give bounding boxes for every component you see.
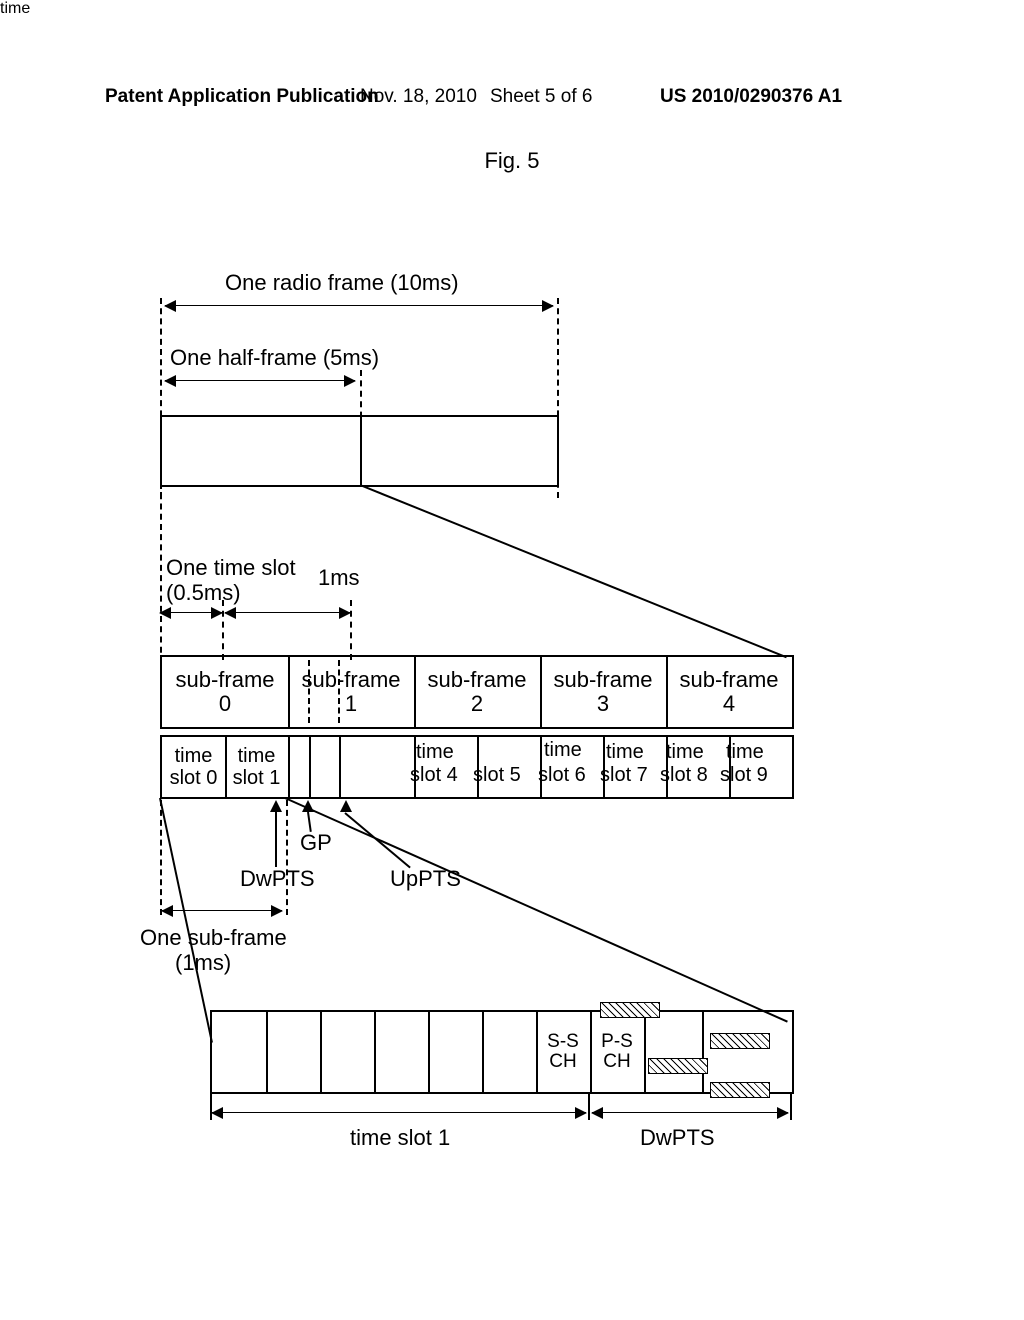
hatch-icon <box>710 1033 770 1049</box>
hatch-icon <box>600 1002 660 1018</box>
one-subframe-a: One sub-frame <box>140 925 287 951</box>
ts1b: slot 1 <box>225 767 288 789</box>
ts4a: time <box>416 741 454 764</box>
timeslot-cell-0: time slot 0 <box>162 737 227 797</box>
ts0b: slot 0 <box>162 767 225 789</box>
subframe-cell-2: sub-frame 2 <box>414 657 542 727</box>
radio-frame-arrow <box>165 305 553 306</box>
guide <box>790 1092 792 1120</box>
ts6b: slot 6 <box>538 764 586 787</box>
ts8a: time <box>666 741 704 764</box>
ts8b: slot 8 <box>660 764 708 787</box>
zoom-line <box>159 798 213 1043</box>
dashed-guide <box>350 600 352 660</box>
ts6a: time <box>544 739 582 762</box>
cell-divider <box>309 737 311 797</box>
psch-cell: P-S CH <box>590 1012 644 1092</box>
gp-arrowline <box>307 812 312 832</box>
ssch-b: CH <box>536 1052 590 1072</box>
guide <box>588 1092 590 1120</box>
dashed-guide <box>286 800 288 915</box>
dwpts-bottom-arrow <box>592 1112 788 1113</box>
sym-div <box>482 1012 484 1092</box>
subframe-row: sub-frame 0 sub-frame 1 sub-frame 2 sub-… <box>160 655 794 729</box>
zoom-line <box>360 484 787 658</box>
subframe-num: 3 <box>540 692 666 716</box>
sym-div <box>266 1012 268 1092</box>
timeslot1-label: time slot 1 <box>350 1125 450 1151</box>
dwpts-arrowline <box>275 812 277 867</box>
subframe-text: sub-frame <box>540 668 666 692</box>
subframe-cell-0: sub-frame 0 <box>162 657 290 727</box>
half-frame-arrow <box>165 380 355 381</box>
ts7a: time <box>606 741 644 764</box>
ts7b: slot 7 <box>600 764 648 787</box>
one-subframe-b: (1ms) <box>175 950 231 976</box>
dashed-guide <box>160 800 162 915</box>
sym-div <box>320 1012 322 1092</box>
bottom-row: S-S CH P-S CH <box>210 1010 794 1094</box>
subframe-cell-3: sub-frame 3 <box>540 657 668 727</box>
header-date: Nov. 18, 2010 <box>360 86 477 108</box>
subframe-cell-1: sub-frame 1 <box>288 657 416 727</box>
header-left: Patent Application Publication <box>105 86 379 108</box>
ts5a: time <box>0 0 1024 18</box>
subframe-text: sub-frame <box>414 668 540 692</box>
sym-div <box>644 1012 646 1092</box>
dwpts-label: DwPTS <box>240 866 315 892</box>
ts5b: slot 5 <box>473 764 521 787</box>
figure-label: Fig. 5 <box>0 148 1024 174</box>
subframe-text: sub-frame <box>666 668 792 692</box>
psch-a: P-S <box>590 1032 644 1052</box>
header-sheet: Sheet 5 of 6 <box>490 86 592 108</box>
ts4b: slot 4 <box>410 764 458 787</box>
subframe-cell-4: sub-frame 4 <box>666 657 792 727</box>
dwpts-bottom-label: DwPTS <box>640 1125 715 1151</box>
radio-frame-label: One radio frame (10ms) <box>225 270 459 296</box>
subframe-text: sub-frame <box>162 668 288 692</box>
one-ms-arrow <box>225 612 350 613</box>
ts1a: time <box>225 745 288 767</box>
subframe-duration-arrow <box>162 910 282 911</box>
half-frame-label: One half-frame (5ms) <box>170 345 379 371</box>
subframe-text: sub-frame <box>288 668 414 692</box>
ts0a: time <box>162 745 225 767</box>
dwpts-arrowhead <box>270 800 282 812</box>
ts9a: time <box>726 741 764 764</box>
header-pubnum: US 2010/0290376 A1 <box>660 86 842 108</box>
subframe-num: 2 <box>414 692 540 716</box>
half-frame-divider <box>360 417 362 485</box>
sym-div <box>428 1012 430 1092</box>
ts9b: slot 9 <box>720 764 768 787</box>
subframe-num: 1 <box>288 692 414 716</box>
timeslot-label-b: (0.5ms) <box>166 580 241 606</box>
hatch-icon <box>710 1082 770 1098</box>
sym-div <box>702 1012 704 1092</box>
dashed-guide <box>222 600 224 660</box>
psch-b: CH <box>590 1052 644 1072</box>
one-ms-label: 1ms <box>318 565 360 591</box>
timeslot-arrow <box>160 612 222 613</box>
cell-divider <box>339 737 341 797</box>
radio-frame-box <box>160 415 559 487</box>
sym-div <box>374 1012 376 1092</box>
subframe-num: 4 <box>666 692 792 716</box>
uppts-arrowhead <box>340 800 352 812</box>
timeslot-cell-1: time slot 1 <box>225 737 290 797</box>
dashed-guide <box>160 483 162 663</box>
hatch-icon <box>648 1058 708 1074</box>
timeslot1-arrow <box>212 1112 586 1113</box>
timeslot-label-a: One time slot <box>166 555 296 581</box>
gp-label: GP <box>300 830 332 856</box>
subframe-num: 0 <box>162 692 288 716</box>
ssch-cell: S-S CH <box>536 1012 590 1092</box>
guide <box>210 1092 212 1120</box>
zoom-line <box>285 797 788 1023</box>
ssch-a: S-S <box>536 1032 590 1052</box>
